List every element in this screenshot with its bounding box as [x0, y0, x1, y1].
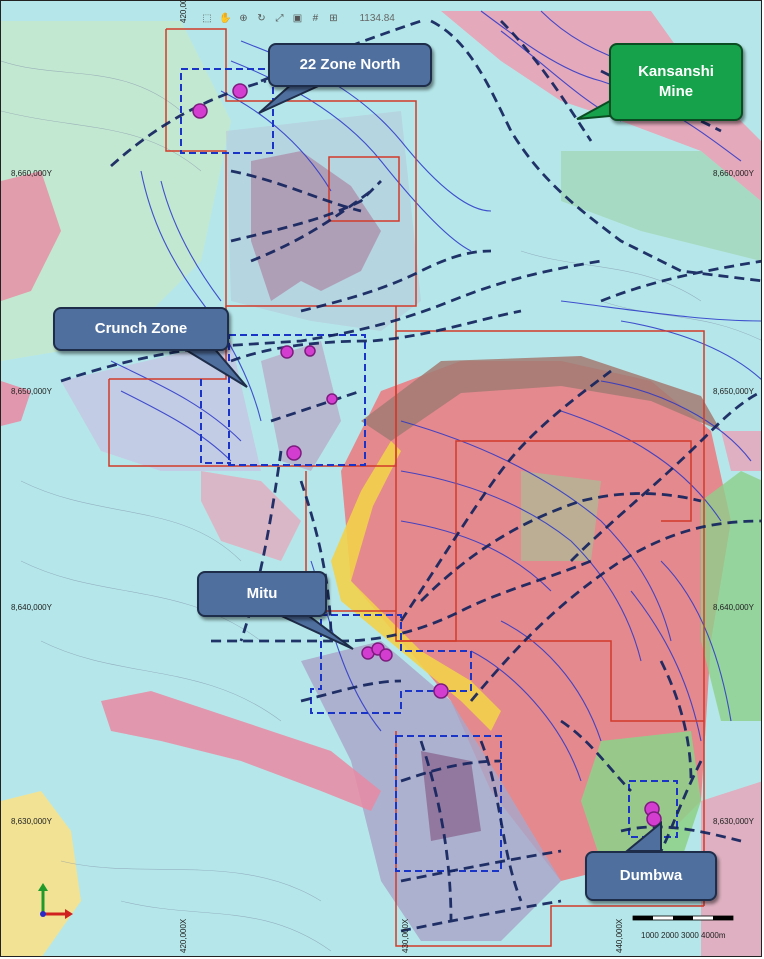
callout-22-zone-north[interactable]: 22 Zone North — [268, 43, 432, 87]
grid-label-y: 8,640,000Y — [713, 603, 754, 612]
coordinate-readout: 1134.84 — [359, 12, 395, 24]
pan-icon[interactable]: ✋ — [219, 13, 231, 24]
callout-dumbwa[interactable]: Dumbwa — [585, 851, 717, 901]
geology-map[interactable] — [1, 1, 762, 957]
map-frame: ⬚ ✋ ⊕ ↻ ⤢ ▣ # ⊞ 1134.84 8,660,000Y 8,660… — [0, 0, 762, 957]
grid-label-x: 440,000X — [615, 918, 624, 953]
target-marker[interactable] — [286, 445, 302, 461]
rotate-icon[interactable]: ↻ — [255, 13, 267, 24]
scale-bar — [632, 915, 734, 921]
callout-kansanshi-mine[interactable]: Kansanshi Mine — [609, 43, 743, 121]
target-marker[interactable] — [192, 103, 208, 119]
target-marker[interactable] — [433, 683, 449, 699]
callout-crunch-zone[interactable]: Crunch Zone — [53, 307, 229, 351]
grid-label-x: 430,000X — [401, 918, 410, 953]
grid-label-y: 8,660,000Y — [713, 169, 754, 178]
map-toolbar: ⬚ ✋ ⊕ ↻ ⤢ ▣ # ⊞ 1134.84 — [201, 9, 395, 27]
grid-label-y: 8,630,000Y — [713, 817, 754, 826]
grid-label-y: 8,660,000Y — [11, 169, 52, 178]
grid-label-x: 420,000X — [179, 0, 188, 23]
grid-label-y: 8,650,000Y — [713, 387, 754, 396]
fit-icon[interactable]: ⤢ — [273, 13, 285, 24]
scale-bar-label: 1000 2000 3000 4000m — [641, 931, 726, 940]
target-marker[interactable] — [280, 345, 294, 359]
grid-label-y: 8,650,000Y — [11, 387, 52, 396]
layers-icon[interactable]: ▣ — [291, 13, 303, 24]
grid-icon[interactable]: # — [309, 13, 321, 24]
select-icon[interactable]: ⬚ — [201, 13, 213, 24]
callout-mitu[interactable]: Mitu — [197, 571, 327, 617]
zoom-icon[interactable]: ⊕ — [237, 13, 249, 24]
target-marker[interactable] — [304, 345, 316, 357]
measure-icon[interactable]: ⊞ — [327, 13, 339, 24]
target-marker[interactable] — [379, 648, 393, 662]
target-marker[interactable] — [326, 393, 338, 405]
grid-label-x: 420,000X — [179, 918, 188, 953]
target-marker[interactable] — [232, 83, 248, 99]
grid-label-y: 8,630,000Y — [11, 817, 52, 826]
grid-label-y: 8,640,000Y — [11, 603, 52, 612]
